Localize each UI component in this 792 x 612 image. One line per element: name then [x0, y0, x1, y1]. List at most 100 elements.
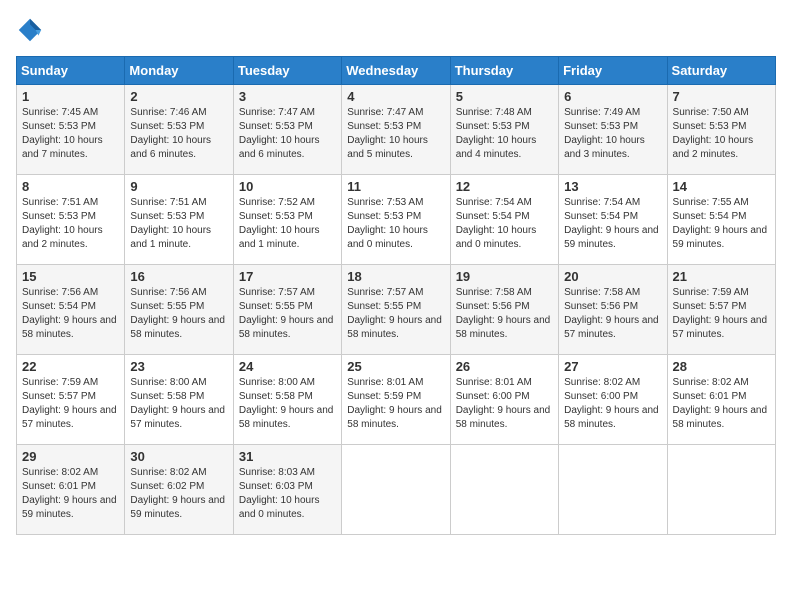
daylight-label: Daylight: 9 hours and 59 minutes.: [130, 495, 225, 520]
calendar-cell: 26 Sunrise: 8:01 AM Sunset: 6:00 PM Dayl…: [450, 355, 558, 445]
day-info: Sunrise: 7:47 AM Sunset: 5:53 PM Dayligh…: [239, 106, 336, 162]
day-info: Sunrise: 8:03 AM Sunset: 6:03 PM Dayligh…: [239, 466, 336, 522]
calendar-cell: 30 Sunrise: 8:02 AM Sunset: 6:02 PM Dayl…: [125, 445, 233, 535]
calendar-week-row: 1 Sunrise: 7:45 AM Sunset: 5:53 PM Dayli…: [17, 85, 776, 175]
daylight-label: Daylight: 10 hours and 1 minute.: [130, 225, 211, 250]
calendar-cell: 7 Sunrise: 7:50 AM Sunset: 5:53 PM Dayli…: [667, 85, 775, 175]
daylight-label: Daylight: 10 hours and 2 minutes.: [22, 225, 103, 250]
day-number: 5: [456, 89, 553, 104]
day-info: Sunrise: 8:01 AM Sunset: 5:59 PM Dayligh…: [347, 376, 444, 432]
day-number: 21: [673, 269, 770, 284]
day-info: Sunrise: 7:57 AM Sunset: 5:55 PM Dayligh…: [239, 286, 336, 342]
sunset-label: Sunset: 5:58 PM: [130, 391, 204, 402]
day-number: 7: [673, 89, 770, 104]
calendar-cell: [450, 445, 558, 535]
day-header-wednesday: Wednesday: [342, 57, 450, 85]
sunrise-label: Sunrise: 7:52 AM: [239, 197, 315, 208]
calendar-cell: 12 Sunrise: 7:54 AM Sunset: 5:54 PM Dayl…: [450, 175, 558, 265]
sunset-label: Sunset: 5:54 PM: [673, 211, 747, 222]
sunrise-label: Sunrise: 8:02 AM: [22, 467, 98, 478]
daylight-label: Daylight: 9 hours and 57 minutes.: [22, 405, 117, 430]
daylight-label: Daylight: 9 hours and 58 minutes.: [130, 315, 225, 340]
daylight-label: Daylight: 10 hours and 3 minutes.: [564, 135, 645, 160]
sunrise-label: Sunrise: 7:59 AM: [673, 287, 749, 298]
sunset-label: Sunset: 5:54 PM: [22, 301, 96, 312]
calendar-cell: 27 Sunrise: 8:02 AM Sunset: 6:00 PM Dayl…: [559, 355, 667, 445]
sunrise-label: Sunrise: 8:02 AM: [564, 377, 640, 388]
sunrise-label: Sunrise: 8:00 AM: [239, 377, 315, 388]
daylight-label: Daylight: 9 hours and 58 minutes.: [347, 315, 442, 340]
sunset-label: Sunset: 5:53 PM: [673, 121, 747, 132]
calendar-cell: 31 Sunrise: 8:03 AM Sunset: 6:03 PM Dayl…: [233, 445, 341, 535]
day-info: Sunrise: 7:50 AM Sunset: 5:53 PM Dayligh…: [673, 106, 770, 162]
calendar-cell: 10 Sunrise: 7:52 AM Sunset: 5:53 PM Dayl…: [233, 175, 341, 265]
calendar-cell: 15 Sunrise: 7:56 AM Sunset: 5:54 PM Dayl…: [17, 265, 125, 355]
day-number: 18: [347, 269, 444, 284]
day-info: Sunrise: 7:47 AM Sunset: 5:53 PM Dayligh…: [347, 106, 444, 162]
calendar-header-row: SundayMondayTuesdayWednesdayThursdayFrid…: [17, 57, 776, 85]
calendar-cell: 4 Sunrise: 7:47 AM Sunset: 5:53 PM Dayli…: [342, 85, 450, 175]
day-number: 22: [22, 359, 119, 374]
calendar-cell: 25 Sunrise: 8:01 AM Sunset: 5:59 PM Dayl…: [342, 355, 450, 445]
sunset-label: Sunset: 5:55 PM: [239, 301, 313, 312]
calendar-cell: 13 Sunrise: 7:54 AM Sunset: 5:54 PM Dayl…: [559, 175, 667, 265]
sunset-label: Sunset: 5:53 PM: [130, 121, 204, 132]
daylight-label: Daylight: 9 hours and 58 minutes.: [456, 315, 551, 340]
sunrise-label: Sunrise: 7:47 AM: [239, 107, 315, 118]
calendar-week-row: 22 Sunrise: 7:59 AM Sunset: 5:57 PM Dayl…: [17, 355, 776, 445]
day-info: Sunrise: 8:02 AM Sunset: 6:01 PM Dayligh…: [22, 466, 119, 522]
sunset-label: Sunset: 5:53 PM: [347, 121, 421, 132]
sunrise-label: Sunrise: 7:51 AM: [22, 197, 98, 208]
day-info: Sunrise: 7:54 AM Sunset: 5:54 PM Dayligh…: [564, 196, 661, 252]
day-number: 24: [239, 359, 336, 374]
calendar-cell: 22 Sunrise: 7:59 AM Sunset: 5:57 PM Dayl…: [17, 355, 125, 445]
sunset-label: Sunset: 5:53 PM: [22, 211, 96, 222]
day-number: 29: [22, 449, 119, 464]
sunset-label: Sunset: 5:58 PM: [239, 391, 313, 402]
day-info: Sunrise: 7:59 AM Sunset: 5:57 PM Dayligh…: [22, 376, 119, 432]
daylight-label: Daylight: 10 hours and 6 minutes.: [239, 135, 320, 160]
day-header-monday: Monday: [125, 57, 233, 85]
sunrise-label: Sunrise: 7:46 AM: [130, 107, 206, 118]
sunrise-label: Sunrise: 7:48 AM: [456, 107, 532, 118]
day-info: Sunrise: 7:55 AM Sunset: 5:54 PM Dayligh…: [673, 196, 770, 252]
day-number: 11: [347, 179, 444, 194]
calendar-cell: 20 Sunrise: 7:58 AM Sunset: 5:56 PM Dayl…: [559, 265, 667, 355]
daylight-label: Daylight: 10 hours and 7 minutes.: [22, 135, 103, 160]
day-info: Sunrise: 7:52 AM Sunset: 5:53 PM Dayligh…: [239, 196, 336, 252]
daylight-label: Daylight: 10 hours and 4 minutes.: [456, 135, 537, 160]
calendar-cell: 24 Sunrise: 8:00 AM Sunset: 5:58 PM Dayl…: [233, 355, 341, 445]
day-number: 28: [673, 359, 770, 374]
day-info: Sunrise: 8:00 AM Sunset: 5:58 PM Dayligh…: [130, 376, 227, 432]
day-info: Sunrise: 7:53 AM Sunset: 5:53 PM Dayligh…: [347, 196, 444, 252]
daylight-label: Daylight: 9 hours and 59 minutes.: [673, 225, 768, 250]
day-header-tuesday: Tuesday: [233, 57, 341, 85]
sunrise-label: Sunrise: 7:56 AM: [130, 287, 206, 298]
sunset-label: Sunset: 5:54 PM: [456, 211, 530, 222]
sunset-label: Sunset: 6:02 PM: [130, 481, 204, 492]
sunrise-label: Sunrise: 7:49 AM: [564, 107, 640, 118]
daylight-label: Daylight: 10 hours and 0 minutes.: [239, 495, 320, 520]
day-number: 14: [673, 179, 770, 194]
sunrise-label: Sunrise: 7:59 AM: [22, 377, 98, 388]
sunset-label: Sunset: 6:03 PM: [239, 481, 313, 492]
day-info: Sunrise: 7:51 AM Sunset: 5:53 PM Dayligh…: [130, 196, 227, 252]
daylight-label: Daylight: 10 hours and 6 minutes.: [130, 135, 211, 160]
day-info: Sunrise: 7:46 AM Sunset: 5:53 PM Dayligh…: [130, 106, 227, 162]
day-number: 16: [130, 269, 227, 284]
daylight-label: Daylight: 9 hours and 58 minutes.: [347, 405, 442, 430]
day-info: Sunrise: 7:48 AM Sunset: 5:53 PM Dayligh…: [456, 106, 553, 162]
sunrise-label: Sunrise: 7:57 AM: [239, 287, 315, 298]
sunrise-label: Sunrise: 8:02 AM: [130, 467, 206, 478]
day-info: Sunrise: 7:54 AM Sunset: 5:54 PM Dayligh…: [456, 196, 553, 252]
calendar-cell: [342, 445, 450, 535]
calendar-cell: 6 Sunrise: 7:49 AM Sunset: 5:53 PM Dayli…: [559, 85, 667, 175]
page-header: [16, 16, 776, 44]
day-number: 25: [347, 359, 444, 374]
daylight-label: Daylight: 10 hours and 0 minutes.: [347, 225, 428, 250]
sunset-label: Sunset: 5:53 PM: [564, 121, 638, 132]
sunrise-label: Sunrise: 7:54 AM: [564, 197, 640, 208]
daylight-label: Daylight: 9 hours and 58 minutes.: [564, 405, 659, 430]
calendar-week-row: 15 Sunrise: 7:56 AM Sunset: 5:54 PM Dayl…: [17, 265, 776, 355]
calendar-cell: 11 Sunrise: 7:53 AM Sunset: 5:53 PM Dayl…: [342, 175, 450, 265]
